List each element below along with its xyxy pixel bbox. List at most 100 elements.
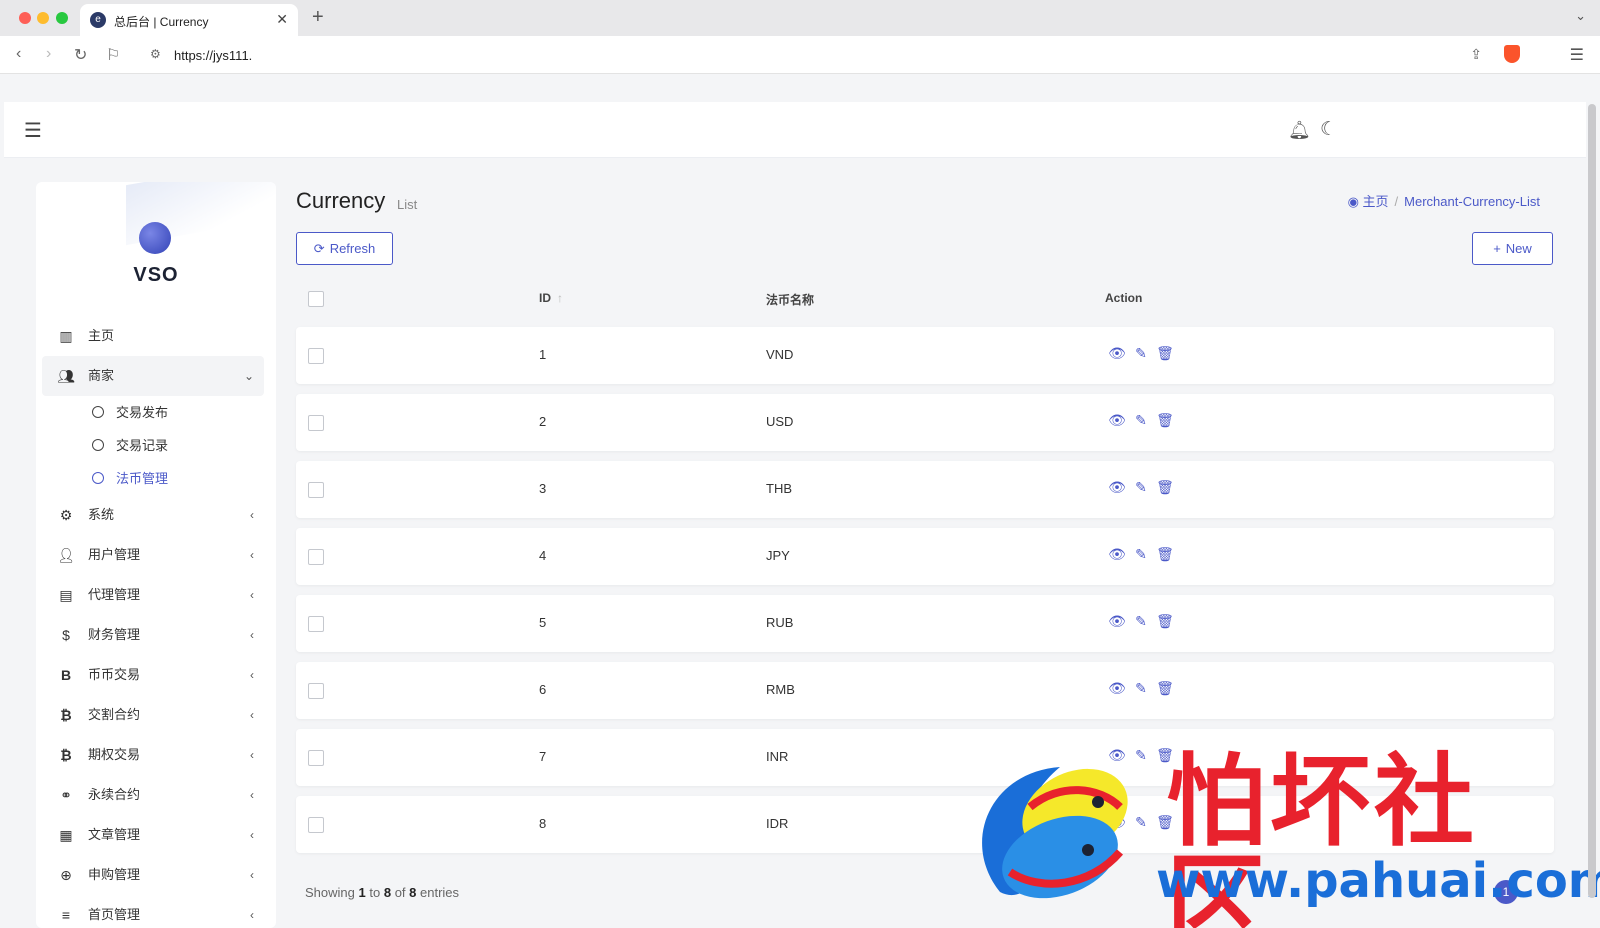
cell-id: 6 <box>539 682 547 697</box>
delete-icon[interactable]: 🗑︎ <box>1153 479 1177 496</box>
brave-shield-icon[interactable] <box>1504 45 1520 63</box>
view-icon[interactable]: 👁︎ <box>1105 680 1129 697</box>
sidebar-item-finance[interactable]: $ 财务管理 ‹ <box>42 615 264 655</box>
delete-icon[interactable]: 🗑︎ <box>1153 412 1177 429</box>
row-actions: 👁︎ ✎ 🗑︎ <box>1105 613 1177 630</box>
edit-icon[interactable]: ✎ <box>1129 412 1153 429</box>
sidebar-item-articles[interactable]: ▦ 文章管理 ‹ <box>42 815 264 855</box>
view-icon[interactable]: 👁︎ <box>1105 613 1129 630</box>
reload-icon[interactable]: ↻ <box>74 45 87 65</box>
browser-tab[interactable]: e 总后台 | Currency ✕ <box>80 4 298 36</box>
tab-list-chevron-icon[interactable]: ⌄ <box>1575 8 1586 24</box>
delete-icon[interactable]: 🗑︎ <box>1153 546 1177 563</box>
edit-icon[interactable]: ✎ <box>1129 479 1153 496</box>
breadcrumb-home[interactable]: 主页 <box>1363 194 1389 209</box>
bookmark-icon[interactable]: ⚐ <box>106 45 120 65</box>
edit-icon[interactable]: ✎ <box>1129 345 1153 362</box>
page-scrollbar[interactable] <box>1588 104 1596 898</box>
view-icon[interactable]: 👁︎ <box>1105 747 1129 764</box>
pagination-page-1[interactable]: 1 <box>1494 880 1518 904</box>
minimize-window-button[interactable] <box>37 12 49 24</box>
view-icon[interactable]: 👁︎ <box>1105 546 1129 563</box>
delete-icon[interactable]: 🗑︎ <box>1153 747 1177 764</box>
share-icon[interactable]: ⇪ <box>1470 46 1482 63</box>
sidebar-item-subscription[interactable]: ⊕ 申购管理 ‹ <box>42 855 264 895</box>
refresh-icon: ⟳ <box>313 241 325 256</box>
table-row: 2 USD 👁︎ ✎ 🗑︎ <box>296 394 1554 451</box>
list-icon: ≡ <box>61 907 71 923</box>
row-checkbox[interactable] <box>308 549 324 565</box>
refresh-button[interactable]: ⟳ Refresh <box>296 232 393 265</box>
row-checkbox[interactable] <box>308 616 324 632</box>
sidebar-item-label: 系统 <box>88 507 115 522</box>
row-checkbox[interactable] <box>308 817 324 833</box>
row-checkbox[interactable] <box>308 750 324 766</box>
edit-icon[interactable]: ✎ <box>1129 546 1153 563</box>
chevron-left-icon: ‹ <box>250 548 254 562</box>
browser-menu-icon[interactable]: ☰ <box>1570 45 1584 65</box>
sidebar-item-agents[interactable]: ▤ 代理管理 ‹ <box>42 575 264 615</box>
delete-icon[interactable]: 🗑︎ <box>1153 814 1177 831</box>
maximize-window-button[interactable] <box>56 12 68 24</box>
row-checkbox[interactable] <box>308 415 324 431</box>
sidebar-item-homepage[interactable]: ≡ 首页管理 ‹ <box>42 895 264 928</box>
edit-icon[interactable]: ✎ <box>1129 680 1153 697</box>
edit-icon[interactable]: ✎ <box>1129 613 1153 630</box>
sidebar-item-merchant[interactable]: 👥︎ 商家 ⌄ <box>42 356 264 396</box>
user-group-icon: 👥︎ <box>57 368 75 384</box>
breadcrumb: ◉ 主页 / Merchant-Currency-List <box>1348 191 1540 210</box>
row-checkbox[interactable] <box>308 482 324 498</box>
view-icon[interactable]: 👁︎ <box>1105 345 1129 362</box>
dashboard-icon: ◉ <box>1347 194 1359 209</box>
cell-currency-name: JPY <box>766 548 790 563</box>
delete-icon[interactable]: 🗑︎ <box>1153 345 1177 362</box>
delete-icon[interactable]: 🗑︎ <box>1153 613 1177 630</box>
sidebar-subitem-trade-publish[interactable]: 交易发布 <box>42 396 264 429</box>
sidebar-menu: ▥ 主页 👥︎ 商家 ⌄ 交易发布 交易记录 法币管理 ⚙ 系统 ‹ 👤︎ 用户… <box>42 316 264 928</box>
sidebar-item-delivery-contract[interactable]: ₿ 交割合约 ‹ <box>42 695 264 735</box>
table-header: ID ↑ 法币名称 Action <box>296 280 1554 318</box>
sidebar-subitem-label: 交易记录 <box>116 438 169 453</box>
chevron-left-icon: ‹ <box>250 748 254 762</box>
view-icon[interactable]: 👁︎ <box>1105 479 1129 496</box>
sidebar-item-label: 主页 <box>88 328 115 343</box>
table-info: Showing 1 to 8 of 8 entries <box>305 885 460 900</box>
cell-currency-name: USD <box>766 414 794 429</box>
sidebar-item-spot-trading[interactable]: B 币币交易 ‹ <box>42 655 264 695</box>
view-icon[interactable]: 👁︎ <box>1105 412 1129 429</box>
cell-id: 2 <box>539 414 547 429</box>
edit-icon[interactable]: ✎ <box>1129 814 1153 831</box>
select-all-checkbox[interactable] <box>308 291 324 307</box>
sidebar-item-label: 用户管理 <box>88 547 141 562</box>
new-button[interactable]: + New <box>1472 232 1553 265</box>
edit-icon[interactable]: ✎ <box>1129 747 1153 764</box>
site-settings-icon[interactable]: ⚙ <box>150 47 161 61</box>
back-icon[interactable]: ‹ <box>16 45 21 63</box>
new-tab-icon[interactable]: + <box>312 6 324 29</box>
sidebar-item-perpetual[interactable]: ⚭ 永续合约 ‹ <box>42 775 264 815</box>
moon-icon[interactable]: ☾ <box>1320 118 1337 141</box>
view-icon[interactable]: 👁︎ <box>1105 814 1129 831</box>
sidebar-item-options[interactable]: ₿ 期权交易 ‹ <box>42 735 264 775</box>
tab-close-icon[interactable]: ✕ <box>276 11 288 28</box>
column-header-id[interactable]: ID ↑ <box>539 291 563 305</box>
sidebar-item-users[interactable]: 👤︎ 用户管理 ‹ <box>42 535 264 575</box>
gear-icon: ⚙ <box>59 507 73 523</box>
forward-icon[interactable]: › <box>46 45 51 63</box>
url-input[interactable]: ⚙ https://jys111. <box>138 41 1522 69</box>
sidebar-item-system[interactable]: ⚙ 系统 ‹ <box>42 495 264 535</box>
delete-icon[interactable]: 🗑︎ <box>1153 680 1177 697</box>
row-checkbox[interactable] <box>308 348 324 364</box>
chevron-down-icon: ⌄ <box>243 369 254 383</box>
cell-id: 5 <box>539 615 547 630</box>
close-window-button[interactable] <box>19 12 31 24</box>
page-title: Currency <box>296 188 386 213</box>
sidebar-subitem-currency-management[interactable]: 法币管理 <box>42 462 264 495</box>
cell-currency-name: RMB <box>766 682 795 697</box>
sidebar-item-home[interactable]: ▥ 主页 <box>42 316 264 356</box>
sidebar-subitem-trade-records[interactable]: 交易记录 <box>42 429 264 462</box>
bell-icon[interactable]: 🔔︎ <box>1288 120 1311 141</box>
hamburger-menu-icon[interactable]: ☰ <box>24 118 42 143</box>
breadcrumb-separator: / <box>1394 194 1399 209</box>
row-checkbox[interactable] <box>308 683 324 699</box>
